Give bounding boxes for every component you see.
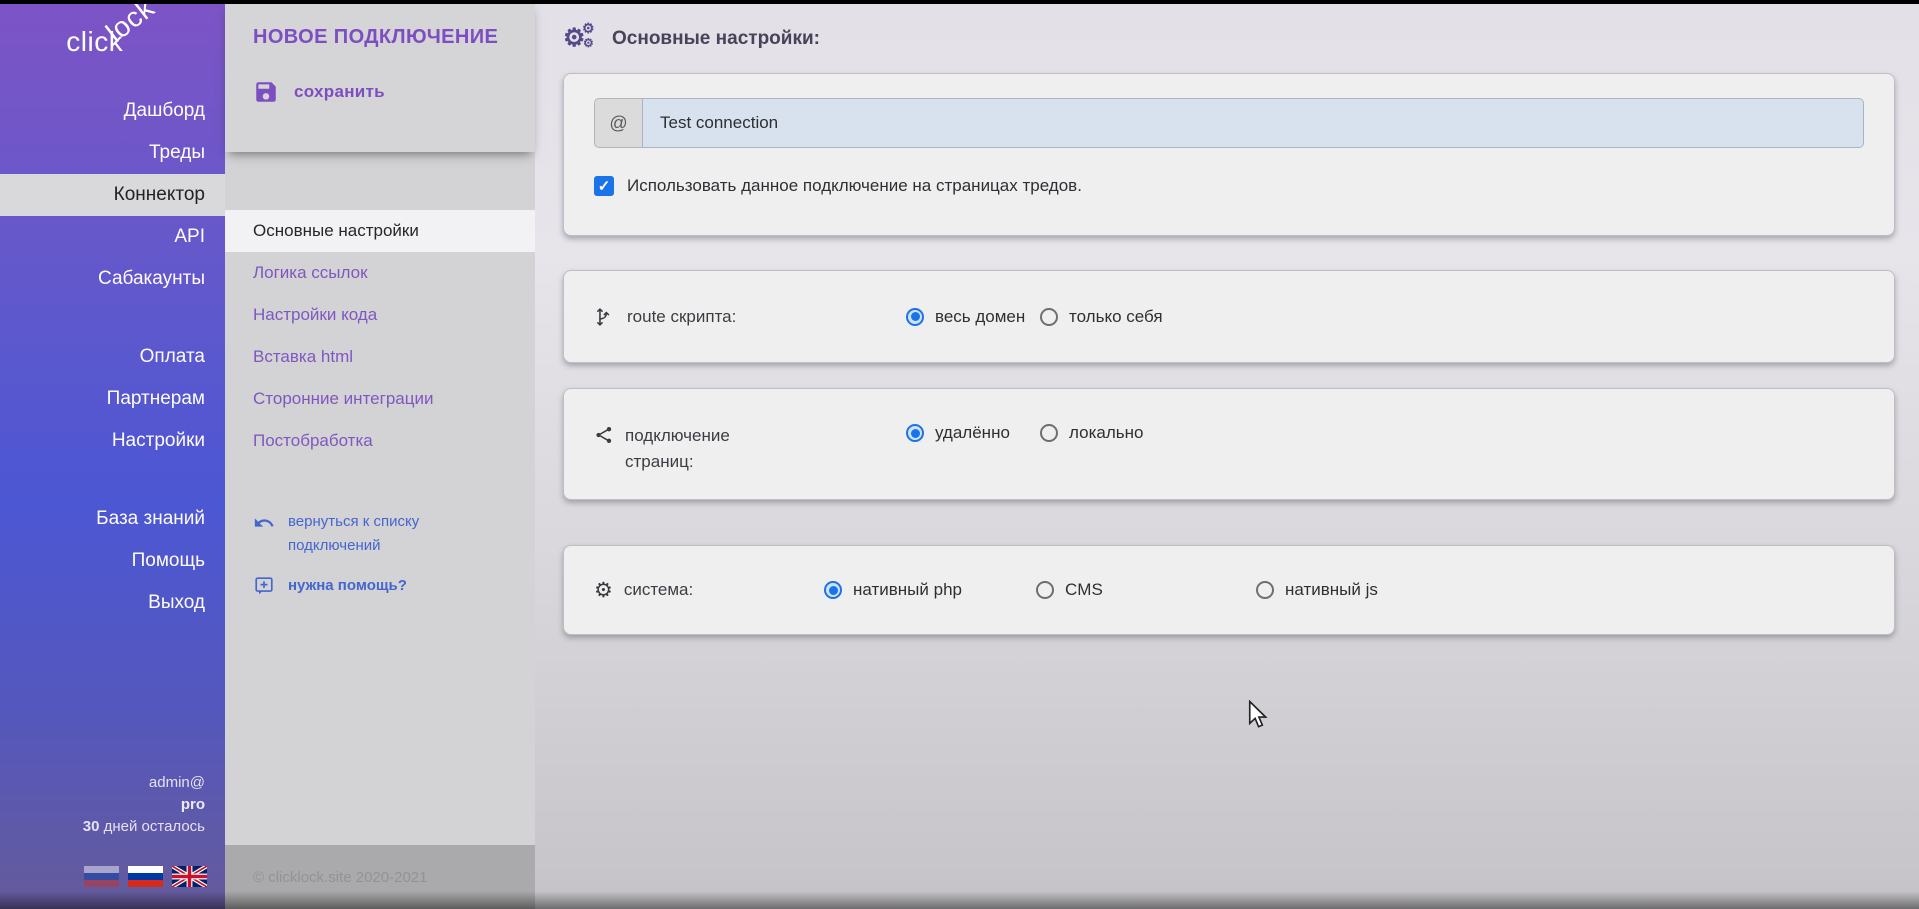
system-label: система: xyxy=(624,577,693,603)
sidebar-nav: Дашборд Треды Коннектор API Сабакаунты О… xyxy=(0,90,225,624)
app-window: clicklock Дашборд Треды Коннектор API Са… xyxy=(0,0,1919,909)
connection-name-group: @ xyxy=(594,98,1864,148)
option-label: локально xyxy=(1069,423,1143,443)
sidebar-item-settings[interactable]: Настройки xyxy=(0,420,225,462)
account-info: admin@ pro 30 дней осталось xyxy=(83,772,205,838)
route-script-options: весь домен только себя xyxy=(906,307,1174,327)
page-connection-card: подключение страниц: удалённо локально xyxy=(563,388,1895,500)
option-label: нативный php xyxy=(853,580,962,600)
sidebar-item-threads[interactable]: Треды xyxy=(0,132,225,174)
top-letterbox-bar xyxy=(0,0,1919,4)
panel-nav: Основные настройки Логика ссылок Настрой… xyxy=(225,210,535,462)
sidebar-item-subaccounts[interactable]: Сабакаунты xyxy=(0,258,225,300)
radio-option-only-self[interactable]: только себя xyxy=(1040,307,1174,327)
flag-uk-icon[interactable] xyxy=(172,866,207,887)
page-connection-label-block: подключение страниц: xyxy=(594,423,906,475)
radio-option-native-js[interactable]: нативный js xyxy=(1256,580,1468,600)
sidebar-item-logout[interactable]: Выход xyxy=(0,582,225,624)
radio-selected[interactable] xyxy=(906,424,924,442)
radio-unselected[interactable] xyxy=(1040,308,1058,326)
route-script-card: route скрипта: весь домен только себя xyxy=(563,270,1895,363)
radio-unselected[interactable] xyxy=(1040,424,1058,442)
at-prefix: @ xyxy=(594,98,642,148)
route-script-label: route скрипта: xyxy=(627,304,736,330)
use-on-threads-label: Использовать данное подключение на стран… xyxy=(627,176,1082,196)
account-days-left: 30 дней осталось xyxy=(83,816,205,838)
connection-panel: НОВОЕ ПОДКЛЮЧЕНИЕ сохранить Основные нас… xyxy=(225,0,535,909)
option-label: нативный js xyxy=(1285,580,1378,600)
language-switcher xyxy=(84,866,207,887)
use-on-threads-row: ✓ Использовать данное подключение на стр… xyxy=(594,176,1864,196)
panel-nav-link-logic[interactable]: Логика ссылок xyxy=(225,252,535,294)
need-help-link[interactable]: нужна помощь? xyxy=(253,574,535,598)
option-label: CMS xyxy=(1065,580,1103,600)
radio-option-whole-domain[interactable]: весь домен xyxy=(906,307,1040,327)
save-icon xyxy=(253,79,279,105)
panel-nav-integrations[interactable]: Сторонние интеграции xyxy=(225,378,535,420)
radio-selected[interactable] xyxy=(906,308,924,326)
radio-option-cms[interactable]: CMS xyxy=(1036,580,1256,600)
system-card: ⚙ система: нативный php CMS нативный js xyxy=(563,545,1895,635)
panel-nav-postprocessing[interactable]: Постобработка xyxy=(225,420,535,462)
page-connection-options: удалённо локально xyxy=(906,423,1174,443)
route-script-label-block: route скрипта: xyxy=(594,304,906,330)
system-label-block: ⚙ система: xyxy=(594,577,824,603)
account-email: admin@ xyxy=(83,772,205,794)
share-icon xyxy=(594,425,614,445)
undo-icon xyxy=(253,512,275,534)
save-label: сохранить xyxy=(294,82,385,102)
system-options: нативный php CMS нативный js xyxy=(824,580,1468,600)
account-plan: pro xyxy=(83,794,205,816)
sidebar-item-dashboard[interactable]: Дашборд xyxy=(0,90,225,132)
radio-option-native-php[interactable]: нативный php xyxy=(824,580,1036,600)
mouse-cursor-icon xyxy=(1245,700,1271,730)
panel-nav-basic-settings[interactable]: Основные настройки xyxy=(225,210,535,252)
panel-header-block: НОВОЕ ПОДКЛЮЧЕНИЕ сохранить xyxy=(225,0,535,152)
panel-title: НОВОЕ ПОДКЛЮЧЕНИЕ xyxy=(253,26,515,49)
option-label: удалённо xyxy=(935,423,1010,443)
help-comment-icon xyxy=(253,575,275,597)
sidebar-group-gap xyxy=(0,300,225,336)
copyright-text: © clicklock.site 2020-2021 xyxy=(253,869,427,886)
back-to-connections-link[interactable]: вернуться к списку подключений xyxy=(253,510,535,558)
sidebar: clicklock Дашборд Треды Коннектор API Са… xyxy=(0,0,225,909)
gear-icon: ⚙ xyxy=(594,579,613,603)
sidebar-item-knowledge-base[interactable]: База знаний xyxy=(0,498,225,540)
use-on-threads-checkbox[interactable]: ✓ xyxy=(594,176,614,196)
flag-ru-inactive-icon[interactable] xyxy=(84,866,119,887)
days-text: дней осталось xyxy=(104,818,205,835)
panel-nav-html-insert[interactable]: Вставка html xyxy=(225,336,535,378)
back-link-label: вернуться к списку подключений xyxy=(288,510,468,558)
radio-selected[interactable] xyxy=(824,581,842,599)
sidebar-item-partners[interactable]: Партнерам xyxy=(0,378,225,420)
sidebar-item-help[interactable]: Помощь xyxy=(0,540,225,582)
radio-unselected[interactable] xyxy=(1036,581,1054,599)
main-content: ⚙⚙⚙ Основные настройки: @ ✓ Использовать… xyxy=(535,0,1919,909)
sidebar-group-gap xyxy=(0,462,225,498)
connection-name-input[interactable] xyxy=(642,98,1864,148)
page-title: Основные настройки: xyxy=(612,28,820,50)
panel-footer: © clicklock.site 2020-2021 xyxy=(225,845,535,909)
help-link-label: нужна помощь? xyxy=(288,574,407,598)
panel-nav-code-settings[interactable]: Настройки кода xyxy=(225,294,535,336)
radio-option-local[interactable]: локально xyxy=(1040,423,1174,443)
connection-name-card: @ ✓ Использовать данное подключение на с… xyxy=(563,73,1895,236)
radio-option-remote[interactable]: удалённо xyxy=(906,423,1040,443)
option-label: весь домен xyxy=(935,307,1025,327)
sidebar-item-payment[interactable]: Оплата xyxy=(0,336,225,378)
gears-icon: ⚙⚙⚙ xyxy=(563,24,597,54)
panel-links: вернуться к списку подключений нужна пом… xyxy=(225,510,535,598)
days-number: 30 xyxy=(83,818,100,835)
option-label: только себя xyxy=(1069,307,1163,327)
page-title-row: ⚙⚙⚙ Основные настройки: xyxy=(563,0,1895,54)
clicklock-logo: clicklock xyxy=(0,0,225,86)
save-button[interactable]: сохранить xyxy=(253,79,515,105)
radio-unselected[interactable] xyxy=(1256,581,1274,599)
at-sign: @ xyxy=(609,113,627,134)
page-connection-label: подключение страниц: xyxy=(625,423,775,475)
sidebar-item-connector[interactable]: Коннектор xyxy=(0,174,225,216)
sidebar-item-api[interactable]: API xyxy=(0,216,225,258)
route-icon xyxy=(594,306,616,328)
flag-ru-icon[interactable] xyxy=(128,866,163,887)
